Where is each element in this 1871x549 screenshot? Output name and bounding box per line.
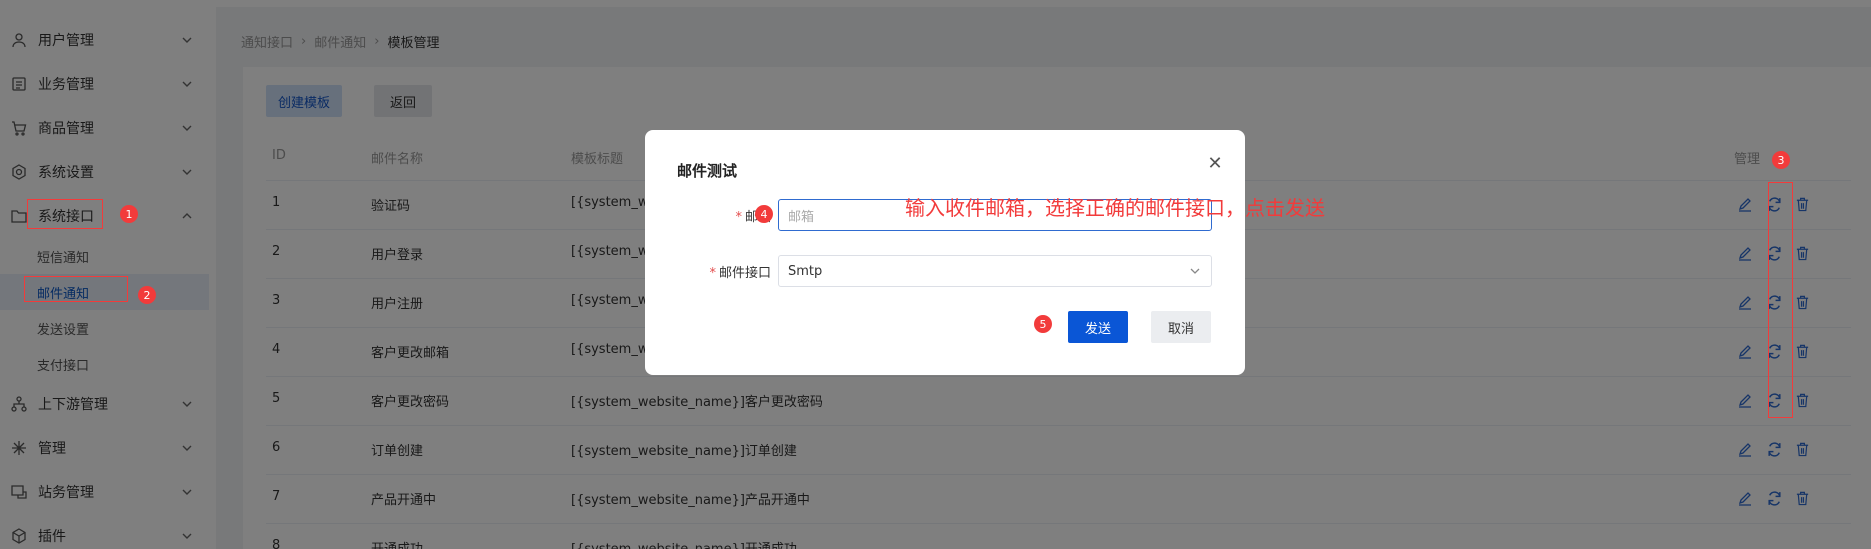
dialog-title: 邮件测试 xyxy=(677,162,738,180)
annotation-badge: 5 xyxy=(1034,315,1052,333)
annotation-badge: 2 xyxy=(138,286,156,304)
cancel-button[interactable]: 取消 xyxy=(1151,311,1211,343)
send-button[interactable]: 发送 xyxy=(1068,311,1128,343)
chevron-down-icon xyxy=(1190,268,1200,274)
select-value: Smtp xyxy=(788,263,823,279)
annotation-badge: 4 xyxy=(755,205,773,223)
annotation-badge: 1 xyxy=(120,205,138,223)
email-placeholder: 邮箱 xyxy=(788,209,815,225)
email-interface-select[interactable]: Smtp xyxy=(778,255,1212,287)
annotation-badge: 3 xyxy=(1772,151,1790,169)
annotation-box-system-interface xyxy=(27,199,103,229)
annotation-box-email-notice xyxy=(24,276,128,302)
required-mark: * xyxy=(709,266,716,281)
required-mark: * xyxy=(735,210,742,225)
annotation-instruction: 输入收件邮箱，选择正确的邮件接口，点击发送 xyxy=(905,196,1325,220)
close-icon[interactable]: ✕ xyxy=(1207,155,1223,173)
interface-label-text: 邮件接口 xyxy=(718,266,771,281)
email-test-dialog: 邮件测试 ✕ *邮箱 邮箱 *邮件接口 Smtp 发送 取消 xyxy=(645,130,1245,375)
interface-label: * 邮件接口 xyxy=(685,262,771,281)
annotation-box-test-column xyxy=(1768,182,1793,418)
